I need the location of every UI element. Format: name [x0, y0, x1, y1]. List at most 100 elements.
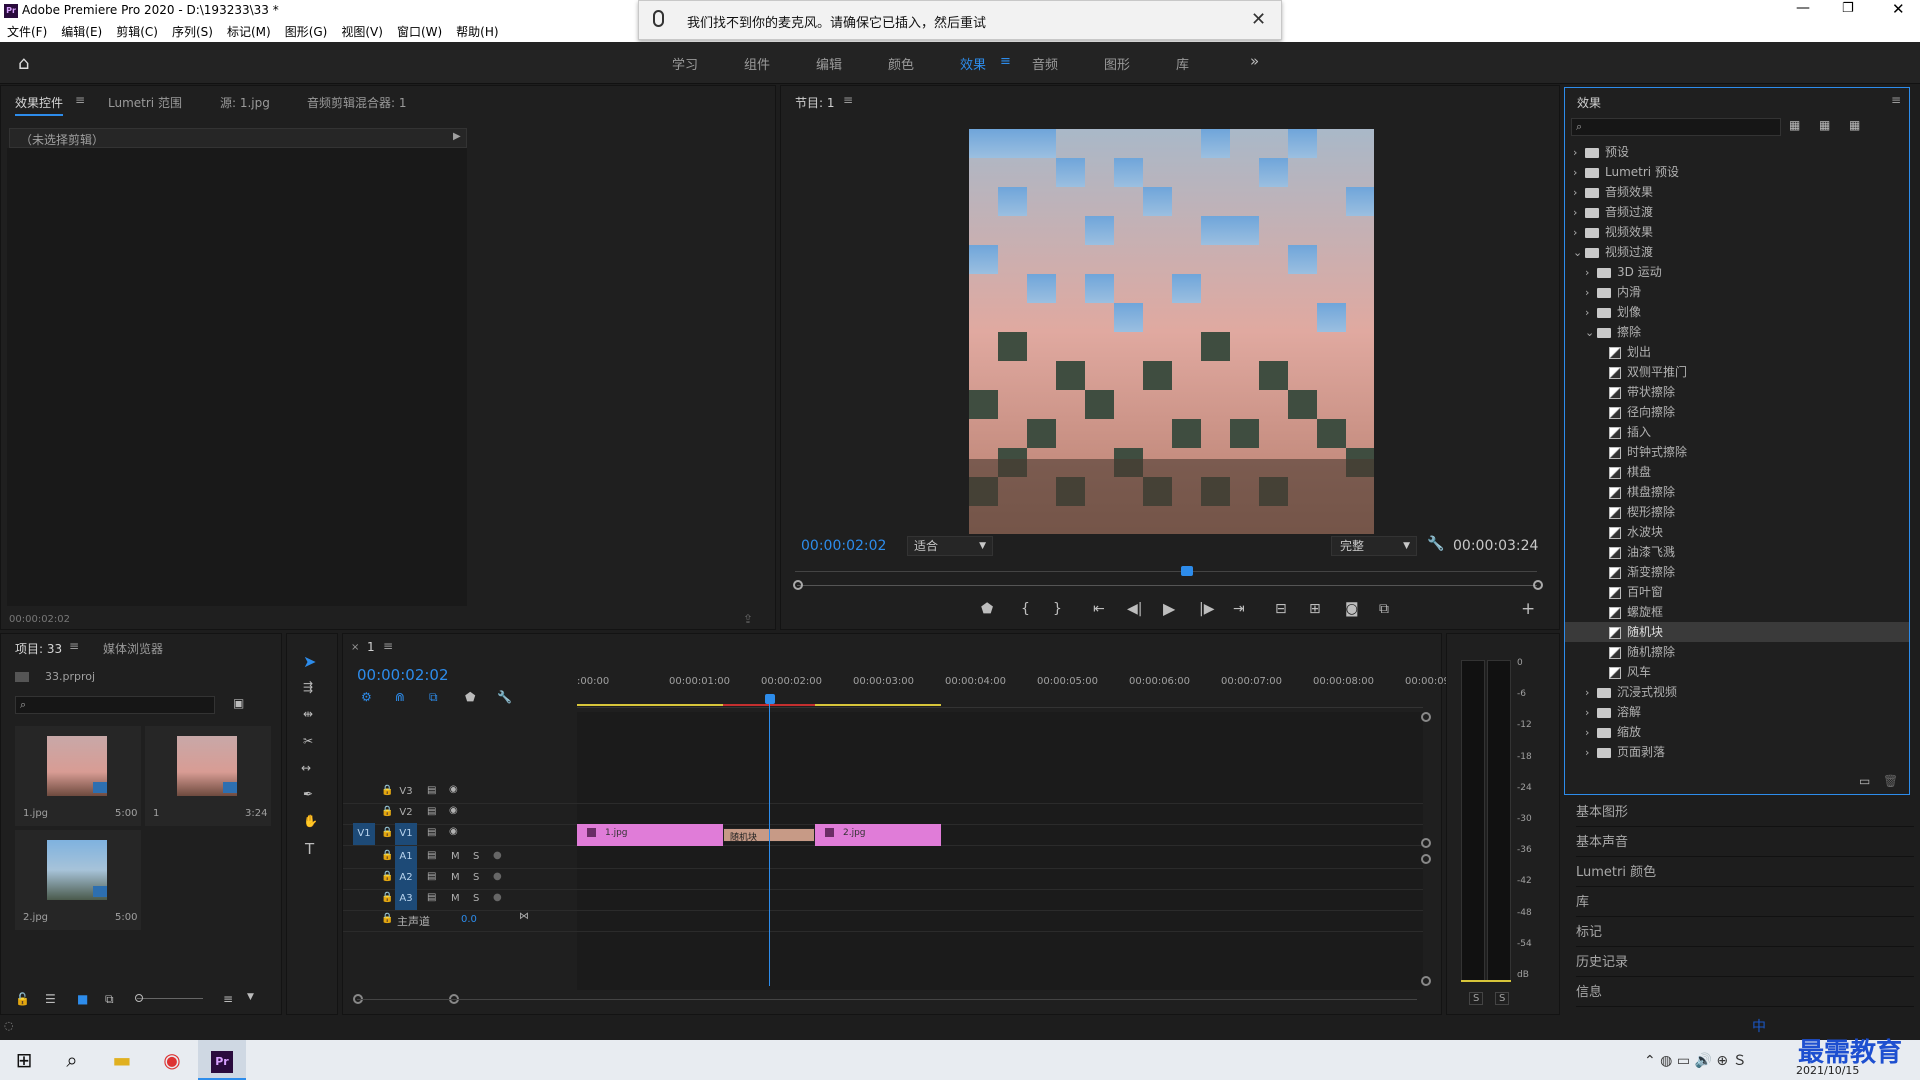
snap-icon[interactable]: ⋒ [395, 690, 405, 704]
workspace-tab[interactable]: 学习 [672, 54, 698, 73]
effect-item[interactable]: 百叶窗 [1565, 582, 1909, 602]
menu-item[interactable]: 图形(G) [278, 22, 335, 42]
maximize-icon[interactable]: ❐ [1842, 1, 1854, 16]
hand-tool-icon[interactable]: ✋ [303, 814, 318, 828]
program-zoom-bar[interactable] [797, 585, 1537, 586]
sync-lock-icon[interactable]: ▤ [427, 871, 436, 882]
chevron-right-icon[interactable]: › [1585, 683, 1597, 703]
file-explorer-icon[interactable]: ▬ [98, 1040, 146, 1080]
side-panel-tab[interactable]: 基本图形 [1576, 798, 1914, 827]
effect-folder[interactable]: › 内滑 [1565, 282, 1909, 302]
effect-folder[interactable]: › 缩放 [1565, 722, 1909, 742]
export-frame-icon[interactable]: ◙ [1345, 601, 1359, 617]
program-playhead-timecode[interactable]: 00:00:02:02 [801, 538, 886, 554]
effect-folder[interactable]: › 预设 [1565, 142, 1909, 162]
track-target[interactable]: V2 [395, 802, 417, 824]
yuv-effects-icon[interactable]: ▦ [1849, 118, 1860, 132]
minimize-icon[interactable]: — [1796, 0, 1810, 16]
program-playhead[interactable] [1181, 566, 1193, 576]
effect-item[interactable]: 随机块 [1565, 622, 1909, 642]
effect-folder[interactable]: › 音频过渡 [1565, 202, 1909, 222]
effect-folder[interactable]: › 溶解 [1565, 702, 1909, 722]
new-bin-icon[interactable]: ▭ [1859, 774, 1870, 788]
freeform-view-icon[interactable]: ⧉ [105, 992, 114, 1007]
effect-folder[interactable]: › 沉浸式视频 [1565, 682, 1909, 702]
chevron-right-icon[interactable]: › [1585, 703, 1597, 723]
effects-title[interactable]: 效果 [1577, 94, 1601, 111]
wrench-icon[interactable]: 🔧 [1427, 536, 1444, 552]
add-button-icon[interactable]: + [1521, 599, 1535, 619]
solo-left-button[interactable]: S [1469, 992, 1484, 1005]
export-icon[interactable]: ⇪ [743, 612, 753, 626]
sync-lock-icon[interactable]: ▤ [427, 892, 436, 903]
effect-item[interactable]: 风车 [1565, 662, 1909, 682]
chrome-icon[interactable]: ◉ [148, 1040, 196, 1080]
workspace-tab[interactable]: 库 [1176, 54, 1189, 73]
ime-indicator[interactable]: 中 [1752, 1016, 1766, 1036]
lock-icon[interactable]: 🔒 [381, 892, 393, 903]
new-bin-search-icon[interactable]: ▣ [233, 696, 244, 710]
chevron-down-icon[interactable]: ▼ [247, 992, 254, 1002]
accelerated-effects-icon[interactable]: ▦ [1789, 118, 1800, 132]
eye-icon[interactable]: ◉ [449, 805, 458, 816]
icon-view-icon[interactable]: ■ [77, 992, 88, 1006]
solo-button[interactable]: S [473, 872, 479, 883]
mute-button[interactable]: M [451, 893, 460, 904]
premiere-taskbar-icon[interactable]: Pr [198, 1040, 246, 1080]
timeline-menu-icon[interactable]: ≡ [383, 639, 393, 653]
delete-icon[interactable]: 🗑 [1883, 774, 1898, 788]
razor-tool-icon[interactable]: ✂ [303, 734, 313, 748]
pen-tool-icon[interactable]: ✒ [303, 787, 313, 801]
lock-icon[interactable]: 🔒 [381, 871, 393, 882]
workspace-tab[interactable]: 图形 [1104, 54, 1130, 73]
tab-project[interactable]: 项目: 33 [15, 640, 62, 657]
panel-menu-icon[interactable]: ≡ [75, 93, 85, 107]
solo-button[interactable]: S [473, 893, 479, 904]
effect-item[interactable]: 螺旋框 [1565, 602, 1909, 622]
effect-item[interactable]: 带状擦除 [1565, 382, 1909, 402]
source-patch-v1[interactable]: V1 [353, 823, 375, 845]
effect-folder[interactable]: ⌄ 视频过渡 [1565, 242, 1909, 262]
slip-tool-icon[interactable]: ↔ [301, 761, 311, 775]
tab-lumetri-scopes[interactable]: Lumetri 范围 [108, 94, 182, 111]
chevron-right-icon[interactable]: › [1585, 303, 1597, 323]
program-ruler[interactable] [795, 562, 1537, 572]
linked-selection-icon[interactable]: ⧉ [429, 690, 438, 705]
workspace-tab[interactable]: 效果 [960, 54, 986, 73]
voiceover-mic-icon[interactable]: ● [493, 850, 502, 861]
menu-item[interactable]: 序列(S) [165, 22, 220, 42]
eye-icon[interactable]: ◉ [449, 784, 458, 795]
go-to-out-icon[interactable]: ⇥ [1233, 601, 1245, 617]
timeline-playhead-head[interactable] [765, 694, 775, 704]
lock-icon[interactable]: 🔒 [381, 827, 393, 838]
chevron-right-icon[interactable]: › [1585, 283, 1597, 303]
menu-item[interactable]: 窗口(W) [390, 22, 449, 42]
lock-icon[interactable]: 🔒 [381, 913, 393, 924]
program-menu-icon[interactable]: ≡ [843, 93, 853, 107]
fit-select[interactable]: 适合 ▼ [907, 536, 993, 556]
lock-icon[interactable]: 🔒 [381, 806, 393, 817]
effect-item[interactable]: 棋盘擦除 [1565, 482, 1909, 502]
sync-lock-icon[interactable]: ▤ [427, 827, 436, 838]
selection-tool-icon[interactable]: ➤ [303, 652, 316, 671]
chevron-down-icon[interactable]: ⌄ [1573, 243, 1585, 263]
quality-select[interactable]: 完整 ▼ [1331, 536, 1417, 556]
step-back-icon[interactable]: ◀| [1127, 601, 1142, 617]
sync-lock-icon[interactable]: ▤ [427, 785, 436, 796]
system-tray-icons[interactable]: ⌃ ◍ ▭ 🔊 ⊕ Ｓ [1644, 1050, 1747, 1070]
track-target[interactable]: A3 [395, 888, 417, 910]
effect-item[interactable]: 插入 [1565, 422, 1909, 442]
close-sequence-icon[interactable]: × [351, 642, 359, 653]
project-search-input[interactable]: ⌕ [15, 696, 215, 714]
chevron-right-icon[interactable]: › [1573, 183, 1585, 203]
lift-icon[interactable]: ⊟ [1275, 601, 1287, 617]
effect-folder[interactable]: › 划像 [1565, 302, 1909, 322]
go-to-in-icon[interactable]: ⇤ [1093, 601, 1105, 617]
effect-folder[interactable]: › 音频效果 [1565, 182, 1909, 202]
search-icon[interactable]: ⌕ [48, 1040, 96, 1080]
zoom-handle-right[interactable] [1533, 580, 1543, 590]
menu-item[interactable]: 帮助(H) [449, 22, 505, 42]
clip-1jpg[interactable]: 1.jpg [577, 824, 723, 846]
sort-icon[interactable]: ≡ [223, 992, 233, 1006]
sync-lock-icon[interactable]: ▤ [427, 850, 436, 861]
